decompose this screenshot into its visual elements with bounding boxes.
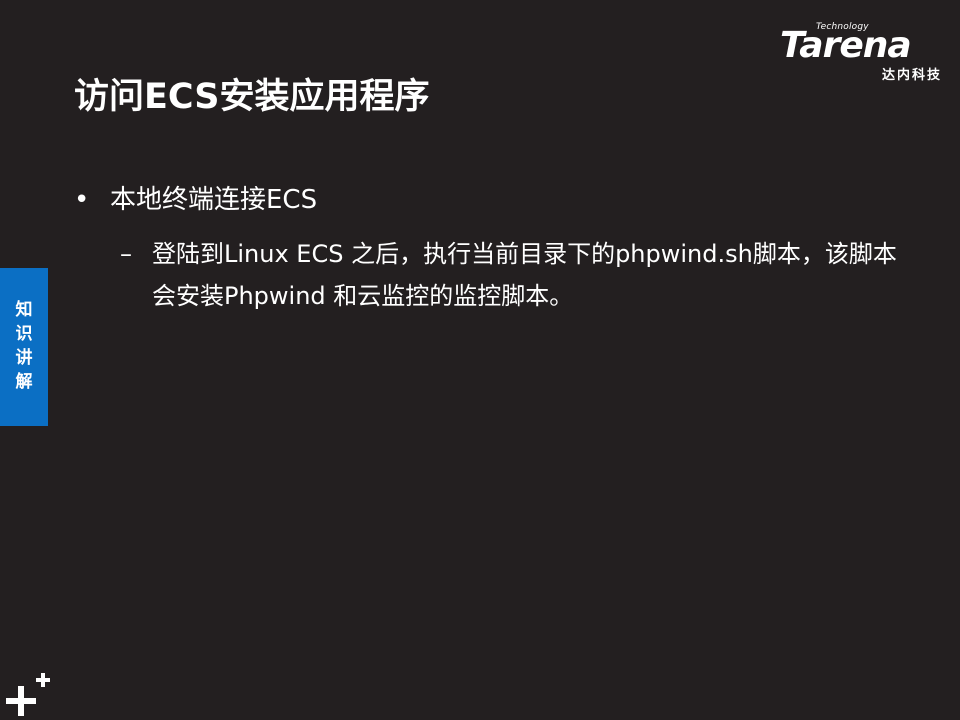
slide: Technology Tarena 达内科技 访问ECS安装应用程序 知识讲解 … bbox=[0, 0, 960, 720]
side-tab-label: 知识讲解 bbox=[15, 300, 33, 392]
logo-wordmark: Tarena bbox=[780, 25, 912, 66]
logo-chinese-name: 达内科技 bbox=[881, 68, 942, 83]
bullet-text: 本地终端连接ECS bbox=[110, 185, 318, 215]
bullet-dash-icon: – bbox=[120, 240, 132, 268]
bullet-level-2: – 登陆到Linux ECS 之后，执行当前目录下的phpwind.sh脚本，该… bbox=[120, 233, 910, 317]
sub-bullet-text: 登陆到Linux ECS 之后，执行当前目录下的phpwind.sh脚本，该脚本… bbox=[152, 240, 897, 310]
plus-plus-icon bbox=[6, 673, 50, 716]
tarena-logo: Technology Tarena 达内科技 bbox=[780, 22, 946, 84]
slide-title: 访问ECS安装应用程序 bbox=[74, 77, 430, 117]
bullet-level-1: • 本地终端连接ECS bbox=[74, 182, 317, 218]
side-tab: 知识讲解 bbox=[0, 268, 48, 426]
bullet-dot-icon: • bbox=[74, 185, 90, 215]
